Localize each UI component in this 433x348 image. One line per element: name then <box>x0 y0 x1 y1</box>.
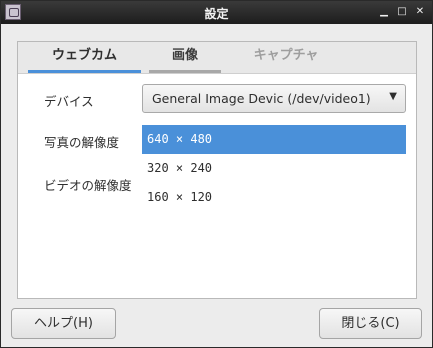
window-title: 設定 <box>204 7 229 21</box>
device-select[interactable]: General Image Devic (/dev/video1) ▼ <box>142 84 406 113</box>
dropdown-arrow-icon: ▼ <box>389 91 397 102</box>
tab-capture[interactable]: キャプチャ <box>236 42 336 73</box>
title-bar[interactable]: 設定 ▁ □ ✕ <box>1 1 432 24</box>
tab-image-label: 画像 <box>171 48 198 63</box>
settings-panel: ウェブカム 画像 キャプチャ デバイス General Image Devic … <box>17 41 417 299</box>
resolution-item-320x240[interactable]: 320 × 240 <box>142 154 406 183</box>
minimize-icon[interactable]: ▁ <box>376 4 392 20</box>
settings-window: 設定 ▁ □ ✕ ウェブカム 画像 キャプチャ デバイス General Ima… <box>0 0 433 348</box>
tab-bar: ウェブカム 画像 キャプチャ <box>18 42 416 74</box>
tab-webcam-label: ウェブカム <box>51 48 117 63</box>
video-resolution-label: ビデオの解像度 <box>44 178 132 193</box>
maximize-icon[interactable]: □ <box>394 4 410 20</box>
tab-capture-label: キャプチャ <box>253 48 319 63</box>
tab-webcam-underline <box>28 70 141 73</box>
tab-webcam[interactable]: ウェブカム <box>28 42 141 73</box>
resolution-item-160x120[interactable]: 160 × 120 <box>142 183 406 212</box>
close-button[interactable]: 閉じる(C) <box>319 308 422 339</box>
resolution-item-640x480[interactable]: 640 × 480 <box>142 125 406 154</box>
photo-resolution-label: 写真の解像度 <box>44 135 120 150</box>
device-label: デバイス <box>44 94 94 109</box>
resolution-list: 640 × 480 320 × 240 160 × 120 <box>142 125 406 212</box>
help-button[interactable]: ヘルプ(H) <box>11 308 116 339</box>
tab-image-underline <box>149 70 221 73</box>
close-icon[interactable]: ✕ <box>412 4 428 20</box>
tab-image[interactable]: 画像 <box>149 42 221 73</box>
device-select-value: General Image Devic (/dev/video1) <box>152 91 371 106</box>
